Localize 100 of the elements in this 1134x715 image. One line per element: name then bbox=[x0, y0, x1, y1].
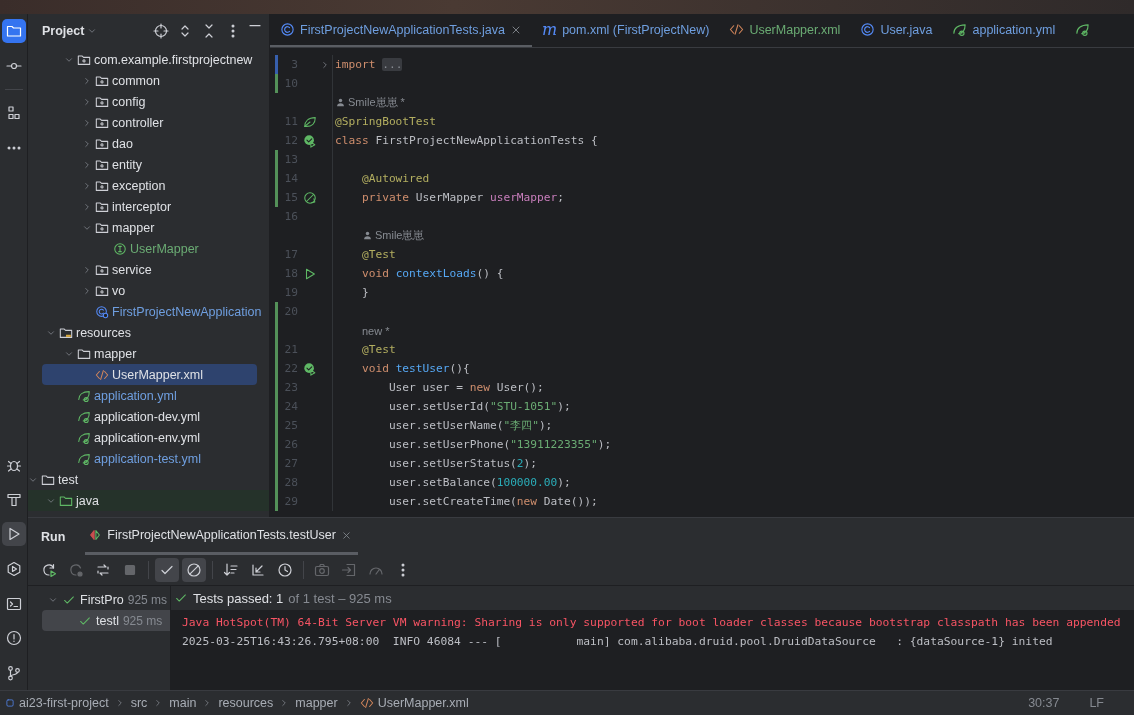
code-text: user.setUserName( bbox=[387, 419, 504, 432]
panel-title[interactable]: Project bbox=[42, 24, 98, 38]
status-item[interactable]: 30:37 bbox=[1028, 696, 1060, 710]
string-literal: "李四" bbox=[503, 419, 539, 432]
tree-item[interactable]: application-env.yml bbox=[28, 427, 257, 448]
package-icon bbox=[95, 199, 109, 214]
field-name: userMapper bbox=[489, 191, 558, 204]
package-icon bbox=[95, 283, 109, 298]
code-text: ); bbox=[523, 457, 538, 470]
package-icon bbox=[95, 178, 109, 193]
tree-item[interactable]: java bbox=[28, 490, 269, 511]
number-literal: 2 bbox=[516, 457, 524, 470]
breadcrumb[interactable]: UserMapper.xml bbox=[359, 696, 469, 710]
test-status-icon bbox=[88, 528, 103, 542]
package-icon bbox=[95, 136, 109, 151]
tool-window-button[interactable] bbox=[2, 19, 26, 43]
panel-title: Run bbox=[41, 529, 66, 544]
leaf-icon bbox=[77, 430, 91, 445]
code-text: ); bbox=[557, 476, 571, 489]
tree-item[interactable]: mapper bbox=[28, 343, 257, 364]
tree-item[interactable]: application.yml bbox=[28, 385, 257, 406]
code-text: user.setBalance( bbox=[387, 476, 497, 489]
leaf-icon bbox=[77, 388, 91, 403]
test-summary-detail: of 1 test – 925 ms bbox=[288, 590, 392, 606]
keyword: void bbox=[360, 362, 389, 375]
test-passed-icon bbox=[303, 133, 317, 148]
tree-item[interactable]: exception bbox=[28, 175, 257, 196]
breadcrumb[interactable]: mapper bbox=[295, 696, 338, 710]
annotation: @Test bbox=[360, 343, 396, 356]
breadcrumb[interactable]: resources bbox=[218, 696, 274, 710]
code-text: user.setCreateTime( bbox=[387, 495, 517, 508]
test-case-item[interactable]: testl 925 ms bbox=[42, 610, 170, 631]
tree-item[interactable]: common bbox=[28, 70, 257, 91]
package-icon bbox=[95, 73, 109, 88]
code-text: User(); bbox=[495, 381, 544, 394]
string-literal: "13911223355" bbox=[510, 438, 598, 451]
folder-icon bbox=[41, 472, 55, 487]
code-text: } bbox=[360, 286, 369, 299]
class-icon bbox=[280, 22, 295, 37]
tree-item[interactable]: interceptor bbox=[28, 196, 257, 217]
tree-item[interactable]: UserMapper.xml bbox=[42, 364, 257, 385]
tree-item[interactable]: entity bbox=[28, 154, 257, 175]
tree-item[interactable]: resources bbox=[28, 322, 257, 343]
author-hint[interactable]: new * bbox=[361, 324, 390, 337]
tree-item[interactable]: config bbox=[28, 91, 257, 112]
package-icon bbox=[95, 115, 109, 130]
console-line: Java HotSpot(TM) 64-Bit Server VM warning: Sharing is only supported for boot loader classes because bootstrap classpath has been appended bbox=[182, 615, 1122, 631]
code-text: Date()); bbox=[542, 495, 598, 508]
tree-item[interactable]: UserMapper bbox=[28, 238, 257, 259]
code-tag-icon bbox=[729, 22, 745, 37]
test-suite-item[interactable]: FirstPro 925 ms bbox=[42, 589, 170, 610]
person-icon bbox=[335, 97, 346, 108]
maven-icon: m bbox=[541, 21, 558, 38]
code-text: user.setUserStatus( bbox=[387, 457, 517, 470]
tree-item[interactable]: mapper bbox=[28, 217, 257, 238]
keyword: class bbox=[335, 134, 369, 147]
minimize-icon bbox=[249, 23, 261, 29]
author-hint[interactable]: Smile崽崽 * bbox=[348, 95, 405, 110]
module-icon bbox=[5, 698, 15, 708]
tree-item[interactable]: vo bbox=[28, 280, 257, 301]
class-icon bbox=[95, 304, 109, 319]
tree-item[interactable]: com.example.firstprojectnew bbox=[28, 49, 257, 70]
tree-item[interactable]: controller bbox=[28, 112, 257, 133]
tree-item[interactable]: test bbox=[28, 469, 257, 490]
annotation: @Test bbox=[360, 248, 396, 261]
code-text: (){ bbox=[449, 362, 470, 375]
tree-item[interactable]: service bbox=[28, 259, 257, 280]
editor-tab[interactable]: application.yml bbox=[942, 14, 1066, 47]
test-summary: Tests passed: 1 bbox=[193, 590, 284, 606]
tree-item[interactable]: application-dev.yml bbox=[28, 406, 257, 427]
editor-tab[interactable]: FirstProjectNewApplicationTests.java bbox=[270, 14, 532, 47]
breadcrumb[interactable]: ai23-first-project bbox=[5, 696, 109, 710]
tree-item[interactable]: dao bbox=[28, 133, 257, 154]
branch-icon bbox=[6, 665, 22, 681]
number-literal: 100000.00 bbox=[496, 476, 558, 489]
run-tab[interactable]: FirstProjectNewApplicationTests.testUser bbox=[85, 518, 358, 555]
annotation: @SpringBootTest bbox=[335, 115, 437, 128]
code-text: ); bbox=[557, 400, 571, 413]
locate-icon bbox=[153, 23, 169, 39]
leaf-icon bbox=[77, 409, 91, 424]
class-icon bbox=[860, 22, 876, 37]
status-item[interactable]: LF bbox=[1089, 696, 1104, 710]
tool-window-button[interactable] bbox=[2, 522, 26, 547]
person-icon bbox=[361, 230, 373, 241]
package-icon bbox=[95, 262, 109, 277]
editor-tab[interactable]: m pom.xml (FirstProjectNew) bbox=[531, 14, 720, 47]
structure-icon bbox=[6, 105, 22, 121]
breadcrumb[interactable]: src bbox=[130, 696, 148, 710]
editor-tab[interactable]: User.java bbox=[850, 14, 943, 47]
code-text: FirstProjectNewApplicationTests { bbox=[374, 134, 598, 147]
keyword: private bbox=[360, 191, 410, 204]
code-tag-icon bbox=[95, 367, 109, 382]
author-hint[interactable]: Smile崽崽 bbox=[374, 228, 425, 243]
editor-tab[interactable]: UserMapper.xml bbox=[719, 14, 851, 47]
tree-item[interactable]: application-test.yml bbox=[28, 448, 257, 469]
keyword: new bbox=[516, 495, 538, 508]
leaf-icon bbox=[303, 114, 317, 129]
breadcrumb[interactable]: main bbox=[169, 696, 197, 710]
warning-icon bbox=[6, 630, 22, 647]
console-line: 2025-03-25T16:43:26.795+08:00 INFO 46084 --- [ main] com.alibaba.druid.pool.DruidDataSource : {dataSource-1} inited bbox=[182, 634, 1054, 650]
